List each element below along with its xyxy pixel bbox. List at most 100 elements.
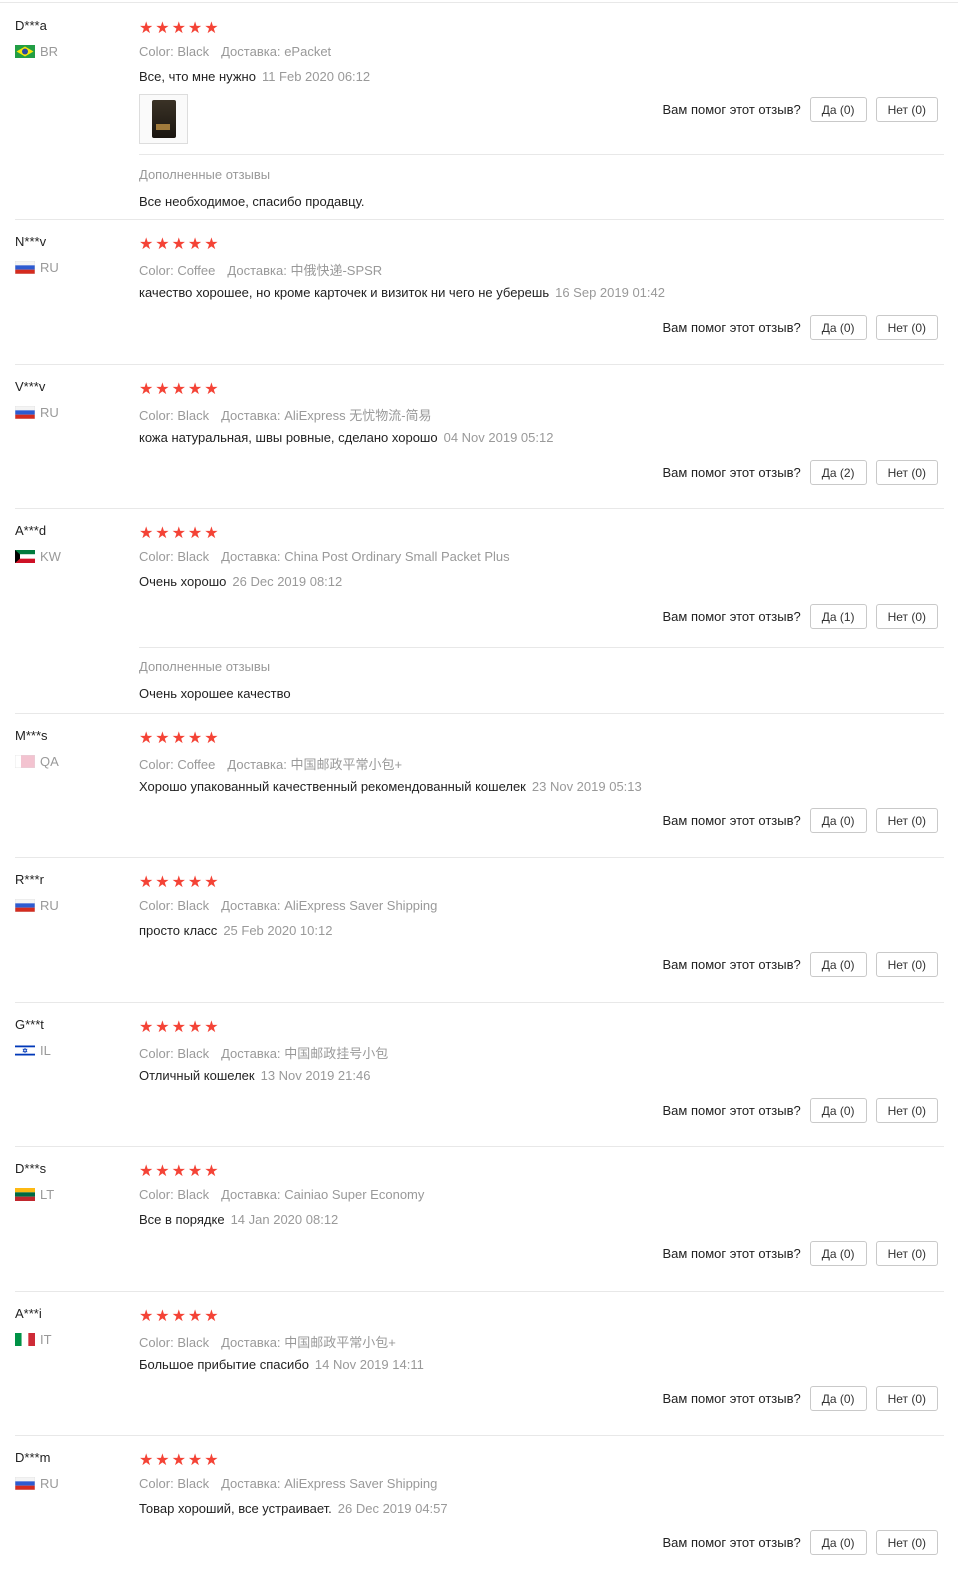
helpful-no-button[interactable]: Нет (0) (875, 952, 938, 977)
order-info: Color: Black Доставка: AliExpress Saver S… (139, 1476, 437, 1491)
helpful-yes-button[interactable]: Да (1) (809, 604, 867, 629)
helpful-yes-button[interactable]: Да (2) (809, 460, 867, 485)
star-icon: ★ (171, 730, 186, 747)
review-body: Очень хорошо 26 Dec 2019 08:12 (139, 574, 342, 589)
reviewer-name: D***a (15, 18, 47, 33)
helpful-no-button[interactable]: Нет (0) (875, 315, 938, 340)
country-code: RU (40, 405, 59, 420)
flag-icon (15, 1188, 35, 1201)
helpful-yes-button[interactable]: Да (0) (809, 1530, 867, 1555)
review-item: A***d KW ★ ★ ★ ★ ★ Color: Black Доставка: China … (0, 509, 974, 714)
star-icon: ★ (155, 1452, 170, 1469)
order-info: Color: Black Доставка: China Post Ordinar… (139, 549, 510, 564)
star-icon: ★ (187, 1163, 203, 1180)
country-code: KW (40, 549, 61, 564)
order-info: Color: Coffee Доставка: 中国邮政平常小包+ (139, 754, 402, 773)
star-icon: ★ (204, 20, 219, 37)
reviewer-name: D***m (15, 1450, 51, 1465)
helpful-yes-button[interactable]: Да (0) (809, 1241, 867, 1266)
helpful-yes-button[interactable]: Да (0) (809, 97, 867, 122)
helpful-no-button[interactable]: Нет (0) (875, 97, 938, 122)
delivery-label: Доставка: (221, 44, 281, 59)
color-label: Color: (139, 44, 174, 59)
review-body: Все в порядке 14 Jan 2020 08:12 (139, 1212, 338, 1227)
helpful-question: Вам помог этот отзыв? (662, 609, 801, 624)
review-body: Отличный кошелек 13 Nov 2019 21:46 (139, 1068, 370, 1083)
star-icon: ★ (204, 1452, 219, 1469)
review-text: Отличный кошелек (139, 1068, 255, 1083)
star-icon: ★ (155, 381, 170, 398)
helpful-question: Вам помог этот отзыв? (662, 320, 801, 335)
followup-text: Очень хорошее качество (139, 686, 291, 701)
order-info: Color: Black Доставка: AliExpress 无忧物流-简易 (139, 405, 432, 424)
helpful-question: Вам помог этот отзыв? (662, 1103, 801, 1118)
helpful-no-button[interactable]: Нет (0) (875, 1241, 938, 1266)
reviewer-country: KW (15, 549, 61, 564)
delivery-label: Доставка: (221, 1335, 281, 1350)
review-date: 14 Nov 2019 14:11 (314, 1357, 424, 1372)
reviewer-name: M***s (15, 728, 48, 743)
top-divider (0, 2, 958, 3)
star-icon: ★ (139, 525, 154, 542)
helpful-yes-button[interactable]: Да (0) (809, 952, 867, 977)
star-icon: ★ (204, 1019, 219, 1036)
color-label: Color: (139, 1187, 174, 1202)
delivery-label: Доставка: (221, 898, 281, 913)
star-icon: ★ (155, 1019, 170, 1036)
helpful-votes: Вам помог этот отзыв? Да (0) Нет (0) (663, 1386, 938, 1411)
helpful-votes: Вам помог этот отзыв? Да (0) Нет (0) (663, 97, 938, 122)
review-body: просто класс 25 Feb 2020 10:12 (139, 923, 332, 938)
country-code: RU (40, 260, 59, 275)
star-icon: ★ (187, 1452, 203, 1469)
star-icon: ★ (187, 381, 203, 398)
star-icon: ★ (139, 1308, 154, 1325)
order-info: Color: Black Доставка: 中国邮政挂号小包 (139, 1043, 388, 1062)
color-value: Coffee (177, 757, 216, 772)
helpful-yes-button[interactable]: Да (0) (809, 1386, 867, 1411)
star-rating: ★ ★ ★ ★ ★ (139, 730, 220, 748)
reviewer-country: RU (14, 260, 59, 275)
review-body: Все, что мне нужно 11 Feb 2020 06:12 (139, 69, 370, 84)
review-body: Большое прибытие спасибо 14 Nov 2019 14:1… (139, 1357, 424, 1372)
delivery-label: Доставка: (221, 1187, 281, 1202)
helpful-question: Вам помог этот отзыв? (662, 1535, 801, 1550)
review-photo[interactable] (139, 94, 188, 144)
review-date: 16 Sep 2019 01:42 (555, 285, 665, 300)
star-icon: ★ (171, 1308, 186, 1325)
review-date: 26 Dec 2019 08:12 (232, 574, 343, 589)
delivery-label: Доставка: (221, 549, 281, 564)
flag-icon (14, 754, 36, 769)
star-icon: ★ (155, 525, 170, 542)
reviewer-name: G***t (15, 1017, 44, 1032)
review-text: Все, что мне нужно (139, 69, 256, 84)
country-code: IT (40, 1332, 52, 1347)
delivery-value: China Post Ordinary Small Packet Plus (284, 549, 510, 564)
helpful-no-button[interactable]: Нет (0) (875, 604, 938, 629)
helpful-votes: Вам помог этот отзыв? Да (0) Нет (0) (663, 1241, 938, 1266)
reviewer-name: A***d (15, 523, 47, 538)
order-info: Color: Black Доставка: ePacket (139, 44, 331, 59)
star-icon: ★ (139, 20, 154, 37)
helpful-yes-button[interactable]: Да (0) (809, 315, 867, 340)
delivery-value: 中国邮政平常小包+ (284, 1335, 396, 1350)
star-icon: ★ (155, 874, 170, 891)
color-value: Black (177, 898, 210, 913)
star-rating: ★ ★ ★ ★ ★ (139, 1163, 220, 1181)
review-body: качество хорошее, но кроме карточек и ви… (139, 285, 665, 300)
helpful-no-button[interactable]: Нет (0) (875, 1386, 938, 1411)
color-label: Color: (139, 263, 174, 278)
reviewer-name: A***i (15, 1306, 42, 1321)
review-text: просто класс (139, 923, 218, 938)
helpful-no-button[interactable]: Нет (0) (875, 808, 938, 833)
helpful-no-button[interactable]: Нет (0) (875, 1530, 938, 1555)
order-info: Color: Coffee Доставка: 中俄快递-SPSR (139, 260, 382, 279)
helpful-yes-button[interactable]: Да (0) (809, 1098, 867, 1123)
helpful-no-button[interactable]: Нет (0) (875, 1098, 938, 1123)
helpful-no-button[interactable]: Нет (0) (875, 460, 938, 485)
helpful-yes-button[interactable]: Да (0) (809, 808, 867, 833)
delivery-value: 中国邮政挂号小包 (284, 1046, 389, 1061)
review-text: Все в порядке (139, 1212, 225, 1227)
review-date: 26 Dec 2019 04:57 (337, 1501, 448, 1516)
followup-title: Дополненные отзывы (139, 167, 271, 182)
review-date: 25 Feb 2020 10:12 (223, 923, 333, 938)
